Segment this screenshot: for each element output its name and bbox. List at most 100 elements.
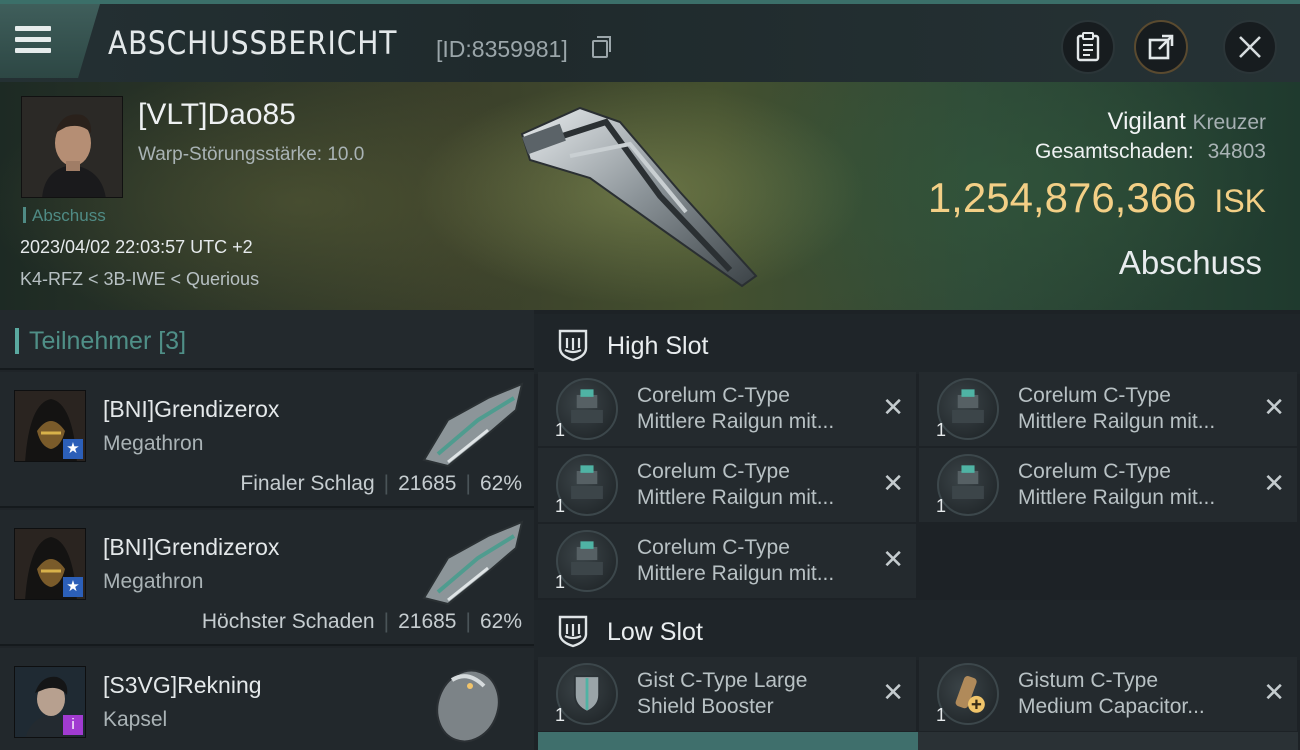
avatar: i xyxy=(14,666,86,738)
participant-ship: Kapsel xyxy=(103,708,168,731)
share-icon xyxy=(1148,34,1174,60)
participant-role: Finaler Schlag xyxy=(240,472,375,495)
participants-panel: Teilnehmer [3] ★ [BNI]Grendizerox Megath… xyxy=(0,310,534,750)
railgun-icon xyxy=(937,378,999,440)
remove-icon[interactable]: ✕ xyxy=(882,394,904,420)
module-item[interactable]: 1 Corelum C-Type Mittlere Railgun mit... … xyxy=(538,448,916,522)
total-damage-value: 34803 xyxy=(1207,140,1266,163)
menu-icon-bar xyxy=(15,37,51,42)
capacitor-icon xyxy=(937,663,999,725)
remove-icon[interactable]: ✕ xyxy=(882,470,904,496)
total-damage-label: Gesamtschaden: xyxy=(1034,140,1194,163)
avatar: ★ xyxy=(14,528,86,600)
participant-role: Höchster Schaden xyxy=(201,610,375,633)
close-icon xyxy=(1239,36,1261,58)
remove-icon[interactable]: ✕ xyxy=(1263,679,1285,705)
railgun-icon xyxy=(556,454,618,516)
character-portrait-image xyxy=(22,97,122,197)
victim-ship[interactable]: Vigilant Kreuzer xyxy=(1108,108,1266,136)
low-slot-icon xyxy=(558,615,588,648)
alliance-badge: ★ xyxy=(63,439,83,459)
avatar: ★ xyxy=(14,390,86,462)
remove-icon[interactable]: ✕ xyxy=(1263,394,1285,420)
victim-portrait[interactable] xyxy=(21,96,123,198)
participant-ship: Megathron xyxy=(103,432,204,455)
next-module-row[interactable] xyxy=(918,732,1298,750)
remove-icon[interactable]: ✕ xyxy=(882,679,904,705)
module-name: Corelum C-Type Mittlere Railgun mit... xyxy=(1018,460,1216,509)
high-slot-icon xyxy=(558,329,588,362)
kill-tag: Abschuss xyxy=(23,206,106,226)
menu-button[interactable] xyxy=(0,4,100,78)
isk-amount: 1,254,876,366 xyxy=(927,174,1197,221)
module-quantity: 1 xyxy=(936,705,947,725)
railgun-icon xyxy=(556,530,618,592)
kill-location[interactable]: K4-RFZ < 3B-IWE < Querious xyxy=(20,269,259,290)
menu-icon-bar xyxy=(15,48,51,53)
module-item[interactable]: 1 Gistum C-Type Medium Capacitor... ✕ xyxy=(919,657,1297,731)
close-button[interactable] xyxy=(1223,20,1277,74)
isk-unit: ISK xyxy=(1214,183,1266,219)
participant-row[interactable]: ★ [BNI]Grendizerox Megathron Finaler Sch… xyxy=(0,372,534,508)
module-name: Gistum C-Type Medium Capacitor... xyxy=(1018,669,1205,718)
participants-title: Teilnehmer [3] xyxy=(29,327,187,355)
isk-value: 1,254,876,366 ISK xyxy=(928,174,1266,222)
module-quantity: 1 xyxy=(555,705,566,725)
victim-banner: [VLT]Dao85 Warp-Störungsstärke: 10.0 Abs… xyxy=(0,82,1300,310)
module-item[interactable]: 1 Corelum C-Type Mittlere Railgun mit... … xyxy=(919,372,1297,446)
menu-icon xyxy=(15,26,51,31)
clipboard-button[interactable] xyxy=(1061,20,1115,74)
participant-stats: Höchster Schaden | 21685 | 62% xyxy=(201,610,522,633)
page-title: ABSCHUSSBERICHT xyxy=(108,24,398,62)
ship-name: Vigilant xyxy=(1107,108,1186,135)
copy-icon[interactable] xyxy=(592,36,611,58)
victim-name[interactable]: [VLT]Dao85 xyxy=(138,98,296,132)
fitting-panel: High Slot 1 Corelum C-Type Mittlere Railg… xyxy=(534,310,1300,750)
next-module-row[interactable] xyxy=(538,732,918,750)
participant-percent: 62% xyxy=(479,472,522,495)
high-slot-title: High Slot xyxy=(607,332,709,360)
module-item[interactable]: 1 Gist C-Type Large Shield Booster ✕ xyxy=(538,657,916,731)
victim-ship-image[interactable] xyxy=(510,100,770,290)
warp-strength: Warp-Störungsstärke: 10.0 xyxy=(138,144,365,165)
low-slot-title: Low Slot xyxy=(607,618,703,646)
module-name: Corelum C-Type Mittlere Railgun mit... xyxy=(637,384,835,433)
participant-damage: 21685 xyxy=(398,472,457,495)
kill-datetime: 2023/04/02 22:03:57 UTC +2 xyxy=(20,237,253,257)
module-item[interactable]: 1 Corelum C-Type Mittlere Railgun mit... … xyxy=(538,372,916,446)
participant-name: [BNI]Grendizerox xyxy=(103,396,280,422)
ship-class: Kreuzer xyxy=(1192,111,1266,134)
kill-result: Abschuss xyxy=(1118,244,1262,281)
participant-percent: 62% xyxy=(479,610,522,633)
participant-damage: 21685 xyxy=(398,610,457,633)
top-bar: ABSCHUSSBERICHT [ID:8359981] xyxy=(0,0,1300,82)
remove-icon[interactable]: ✕ xyxy=(882,546,904,572)
capsule-image xyxy=(436,669,500,743)
section-accent xyxy=(15,328,19,354)
total-damage: Gesamtschaden: 34803 xyxy=(1035,140,1266,164)
alliance-badge: ★ xyxy=(63,577,83,597)
high-slot-header: High Slot xyxy=(534,314,1300,374)
remove-icon[interactable]: ✕ xyxy=(1263,470,1285,496)
module-quantity: 1 xyxy=(555,572,566,592)
participant-row[interactable]: ★ [BNI]Grendizerox Megathron Höchster Sc… xyxy=(0,510,534,646)
clipboard-icon xyxy=(1076,32,1100,62)
shield-booster-icon xyxy=(556,663,618,725)
module-item[interactable]: 1 Corelum C-Type Mittlere Railgun mit... … xyxy=(538,524,916,598)
report-id: [ID:8359981] xyxy=(436,36,568,62)
low-slot-header: Low Slot xyxy=(534,600,1300,660)
participant-row[interactable]: i [S3VG]Rekning Kapsel xyxy=(0,648,534,750)
module-name: Corelum C-Type Mittlere Railgun mit... xyxy=(637,536,835,585)
participant-ship-image xyxy=(422,382,524,468)
participant-name: [BNI]Grendizerox xyxy=(103,534,280,560)
module-quantity: 1 xyxy=(936,496,947,516)
participant-ship-image xyxy=(422,520,524,606)
module-quantity: 1 xyxy=(555,496,566,516)
railgun-icon xyxy=(556,378,618,440)
corp-badge: i xyxy=(63,715,83,735)
railgun-icon xyxy=(937,454,999,516)
module-quantity: 1 xyxy=(936,420,947,440)
share-button[interactable] xyxy=(1134,20,1188,74)
participant-ship: Megathron xyxy=(103,570,204,593)
module-item[interactable]: 1 Corelum C-Type Mittlere Railgun mit... … xyxy=(919,448,1297,522)
